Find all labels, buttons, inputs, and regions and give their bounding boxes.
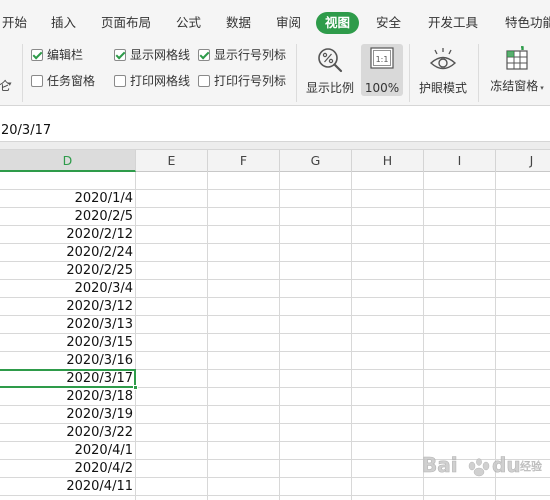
- formula-bar-divider: [0, 142, 550, 150]
- table-row: [0, 496, 550, 500]
- tab-home[interactable]: 开始: [2, 0, 27, 36]
- zoom-ratio-button[interactable]: 显示比例: [304, 44, 356, 96]
- date-cell[interactable]: 2020/3/18: [0, 388, 135, 406]
- date-cell[interactable]: 2020/3/13: [0, 316, 135, 334]
- tab-page-layout[interactable]: 页面布局: [101, 0, 151, 36]
- column-header-h[interactable]: H: [352, 150, 424, 172]
- date-cell[interactable]: 2020/2/25: [0, 262, 135, 280]
- ribbon-view-panel: 仑 ▾ 编辑栏 任务窗格 显示网格线 打印网格线 显示行号列标 打印行号列标 显…: [0, 36, 550, 106]
- column-header-row: D E F G H I J: [0, 150, 550, 172]
- tab-review[interactable]: 审阅: [276, 0, 301, 36]
- ribbon-divider: [22, 44, 23, 102]
- actual-size-icon: 1:1: [370, 47, 394, 69]
- tab-view[interactable]: 视图: [316, 12, 360, 34]
- paw-icon: [468, 458, 490, 477]
- date-cell[interactable]: 2020/4/11: [0, 478, 135, 496]
- formula-bar[interactable]: 20/3/17: [0, 106, 550, 142]
- checkbox-unchecked-icon[interactable]: [114, 75, 126, 87]
- checkbox-label: 显示行号列标: [214, 48, 287, 62]
- watermark-subtitle: 经验: [520, 459, 542, 473]
- checkbox-checked-icon[interactable]: [114, 49, 126, 61]
- checkbox-label: 编辑栏: [47, 48, 84, 62]
- date-cell[interactable]: 2020/3/22: [0, 424, 135, 442]
- tab-data[interactable]: 数据: [226, 0, 251, 36]
- checkbox-checked-icon[interactable]: [31, 49, 43, 61]
- magnifier-percent-icon: [318, 48, 343, 73]
- checkbox-checked-icon[interactable]: [198, 49, 210, 61]
- date-cell[interactable]: 2020/3/15: [0, 334, 135, 352]
- checkbox-unchecked-icon[interactable]: [198, 75, 210, 87]
- column-header-j[interactable]: J: [496, 150, 550, 172]
- actual-size-icon-text: 1:1: [376, 55, 389, 64]
- formula-bar-value[interactable]: 20/3/17: [1, 123, 51, 138]
- watermark-brand: Bai: [422, 453, 458, 477]
- zoom-100-label: 100%: [364, 81, 400, 95]
- date-cell[interactable]: 2020/3/19: [0, 406, 135, 424]
- ribbon-divider: [478, 44, 479, 102]
- chevron-down-icon[interactable]: ▾: [8, 80, 12, 88]
- date-cell[interactable]: 2020/3/4: [0, 280, 135, 298]
- column-header-f[interactable]: F: [208, 150, 280, 172]
- watermark-brand-suffix: du: [492, 453, 521, 477]
- ribbon-divider: [296, 44, 297, 102]
- tab-security[interactable]: 安全: [376, 0, 401, 36]
- column-header-g[interactable]: G: [280, 150, 352, 172]
- date-cell[interactable]: 2020/3/12: [0, 298, 135, 316]
- date-cell[interactable]: 2020/2/5: [0, 208, 135, 226]
- date-cell[interactable]: 2020/2/12: [0, 226, 135, 244]
- eye-icon: [429, 48, 457, 70]
- tab-formulas[interactable]: 公式: [176, 0, 201, 36]
- tab-developer[interactable]: 开发工具: [428, 0, 478, 36]
- date-cell[interactable]: 2020/3/17: [0, 370, 135, 388]
- table-row: [0, 172, 550, 190]
- freeze-panes-label: 冻结窗格 ▾: [485, 78, 549, 96]
- tab-special-features[interactable]: 特色功能: [505, 0, 550, 36]
- date-cell[interactable]: 2020/2/24: [0, 244, 135, 262]
- ribbon-tab-bar: 开始 插入 页面布局 公式 数据 审阅 视图 安全 开发工具 特色功能: [0, 0, 550, 36]
- date-cell[interactable]: 2020/3/16: [0, 352, 135, 370]
- zoom-100-button[interactable]: 1:1 100%: [361, 44, 403, 96]
- chevron-down-icon[interactable]: ▾: [540, 84, 544, 92]
- date-cell[interactable]: 2020/1/4: [0, 190, 135, 208]
- checkbox-unchecked-icon[interactable]: [31, 75, 43, 87]
- checkbox-label: 任务窗格: [47, 74, 96, 88]
- fill-handle[interactable]: [133, 385, 138, 390]
- eye-protection-label: 护眼模式: [418, 81, 467, 95]
- checkbox-label: 显示网格线: [130, 48, 191, 62]
- column-header-i[interactable]: I: [424, 150, 496, 172]
- date-cell[interactable]: 2020/4/2: [0, 460, 135, 478]
- freeze-panes-icon: [506, 46, 528, 70]
- checkbox-label: 打印网格线: [130, 74, 191, 88]
- date-cell[interactable]: 2020/4/1: [0, 442, 135, 460]
- ribbon-divider: [409, 44, 410, 102]
- baidu-watermark-logo: Bai du 经验: [422, 453, 543, 478]
- tab-insert[interactable]: 插入: [51, 0, 76, 36]
- freeze-panes-button[interactable]: 冻结窗格 ▾: [485, 44, 549, 96]
- checkbox-label: 打印行号列标: [214, 74, 287, 88]
- column-header-e[interactable]: E: [136, 150, 208, 172]
- freeze-panes-text: 冻结窗格: [490, 79, 539, 93]
- column-header-d[interactable]: D: [0, 150, 136, 172]
- zoom-ratio-label: 显示比例: [305, 81, 354, 95]
- eye-protection-button[interactable]: 护眼模式: [414, 44, 472, 96]
